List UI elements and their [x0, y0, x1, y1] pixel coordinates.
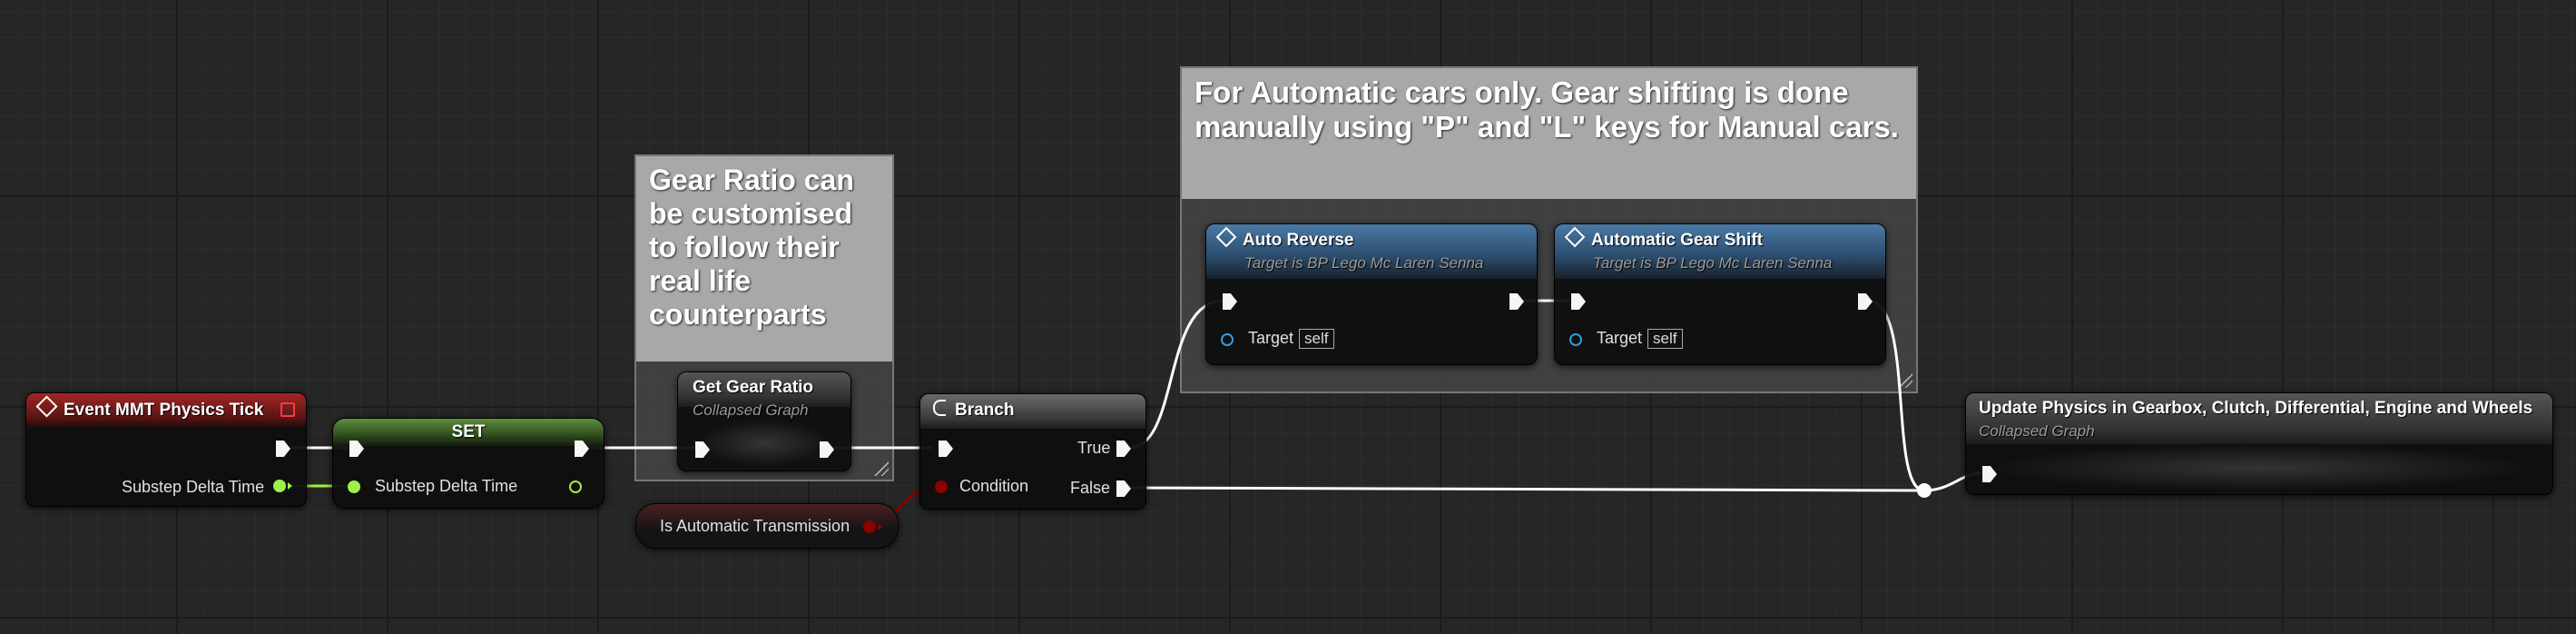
pin-label: True [1077, 439, 1111, 457]
resize-grip[interactable] [874, 461, 889, 476]
function-diamond-icon [1215, 226, 1237, 248]
float-out-pin[interactable] [569, 480, 582, 493]
pin-label: Target self [1248, 329, 1334, 349]
pin-label: Target self [1597, 329, 1683, 349]
get-gear-ratio-node[interactable]: Get Gear Ratio Collapsed Graph [677, 371, 851, 471]
branch-node[interactable]: Branch True Condition False [919, 393, 1146, 510]
target-label: Target [1248, 329, 1294, 347]
pin-label: Substep Delta Time [375, 477, 518, 495]
red-square-icon[interactable] [280, 402, 295, 417]
exec-in-pin[interactable] [939, 441, 953, 457]
comment-automatic-text: For Automatic cars only. Gear shifting i… [1182, 68, 1916, 199]
diamond-icon [35, 395, 58, 418]
pin-label: False [1070, 479, 1111, 497]
collapsed-graph-preview [1982, 444, 2536, 491]
is-automatic-transmission-node[interactable]: Is Automatic Transmission [635, 503, 899, 549]
node-title: Is Automatic Transmission [660, 517, 850, 535]
target-value: self [1299, 329, 1334, 349]
node-title: Get Gear Ratio [693, 378, 814, 397]
object-in-pin[interactable] [1221, 333, 1234, 346]
bool-in-pin[interactable] [935, 480, 948, 493]
node-title: Auto Reverse [1243, 231, 1354, 250]
target-label: Target [1597, 329, 1643, 347]
comment-gear-ratio-text: Gear Ratio can be customised to follow t… [636, 156, 892, 362]
exec-in-pin[interactable] [1571, 293, 1586, 310]
pin-label: Substep Delta Time [122, 478, 265, 496]
pin-label: Condition [959, 477, 1029, 495]
branch-icon [933, 400, 946, 416]
collapsed-graph-preview [696, 420, 832, 467]
exec-out-false-pin[interactable] [1116, 480, 1131, 497]
pin-arrow [288, 482, 292, 490]
event-physics-tick-node[interactable]: Event MMT Physics Tick Substep Delta Tim… [25, 392, 307, 507]
node-title: SET [451, 422, 486, 441]
auto-reverse-node[interactable]: Auto Reverse Target is BP Lego Mc Laren … [1205, 223, 1538, 365]
bool-out-pin[interactable] [863, 520, 876, 533]
object-in-pin[interactable] [1569, 333, 1582, 346]
node-title: Branch [955, 401, 1015, 420]
exec-in-pin[interactable] [1223, 293, 1237, 310]
function-diamond-icon [1564, 226, 1586, 248]
node-subtitle: Target is BP Lego Mc Laren Senna [1244, 254, 1484, 272]
set-variable-node[interactable]: SET Substep Delta Time [332, 418, 605, 509]
exec-out-pin[interactable] [1509, 293, 1524, 310]
node-subtitle: Collapsed Graph [1979, 422, 2095, 440]
exec-out-pin[interactable] [276, 441, 290, 457]
exec-out-pin[interactable] [1858, 293, 1873, 310]
reroute-node [1917, 483, 1932, 498]
pin-arrow [878, 523, 882, 530]
update-physics-node[interactable]: Update Physics in Gearbox, Clutch, Diffe… [1965, 392, 2553, 495]
node-subtitle: Collapsed Graph [693, 401, 809, 419]
node-title: Update Physics in Gearbox, Clutch, Diffe… [1979, 399, 2533, 418]
node-title: Automatic Gear Shift [1591, 231, 1763, 250]
float-in-pin[interactable] [348, 480, 360, 493]
exec-out-true-pin[interactable] [1116, 441, 1131, 457]
target-value: self [1647, 329, 1683, 349]
node-title: Event MMT Physics Tick [64, 401, 264, 420]
float-out-pin[interactable] [273, 480, 286, 492]
exec-wire-false-update [1128, 486, 1925, 492]
automatic-gear-shift-node[interactable]: Automatic Gear Shift Target is BP Lego M… [1554, 223, 1886, 365]
resize-grip[interactable] [1898, 373, 1912, 388]
node-subtitle: Target is BP Lego Mc Laren Senna [1593, 254, 1833, 272]
